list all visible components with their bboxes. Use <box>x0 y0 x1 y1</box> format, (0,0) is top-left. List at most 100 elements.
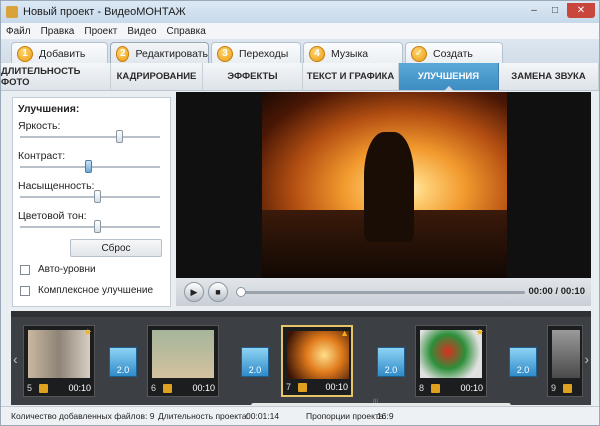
timeline: ‹ › ★ 5 00:10 2.0 6 00:10 2.0 ▲ 7 00:10 … <box>11 311 591 408</box>
status-files: Количество добавленных файлов: 9 <box>11 411 155 421</box>
preview-frame <box>262 92 507 278</box>
close-button[interactable]: ✕ <box>567 3 595 18</box>
play-button[interactable]: ▶ <box>184 282 204 302</box>
step-music[interactable]: 4 Музыка <box>303 42 403 64</box>
scroll-left-icon[interactable]: ‹ <box>13 351 18 367</box>
stop-icon: ■ <box>215 287 221 297</box>
clip-info: 9 <box>548 380 582 396</box>
checkbox-box[interactable] <box>20 264 30 275</box>
star-icon: ★ <box>475 327 484 337</box>
step-transitions[interactable]: 3 Переходы <box>211 42 301 64</box>
brightness-slider-knob[interactable] <box>116 130 123 143</box>
saturation-slider[interactable] <box>20 190 160 203</box>
edit-icon[interactable] <box>298 382 307 392</box>
step-edit[interactable]: 2 Редактировать <box>110 42 209 64</box>
clip-thumbnail <box>287 331 349 379</box>
clip-duration: 00:10 <box>325 382 348 392</box>
maximize-button[interactable]: □ <box>546 3 564 18</box>
window-controls: – □ ✕ <box>525 3 595 18</box>
edit-icon[interactable] <box>431 383 440 393</box>
play-icon: ▶ <box>190 286 198 297</box>
tab-enhancements[interactable]: УЛУЧШЕНИЯ <box>399 63 499 91</box>
stop-button[interactable]: ■ <box>208 282 228 302</box>
menu-edit[interactable]: Правка <box>41 26 75 37</box>
step-label: Музыка <box>331 47 369 60</box>
edit-icon[interactable] <box>563 383 572 393</box>
hue-slider[interactable] <box>20 220 160 233</box>
tab-text-graphics[interactable]: ТЕКСТ И ГРАФИКА <box>303 63 399 90</box>
clip-duration: 00:10 <box>460 383 483 393</box>
step-number-badge: 1 <box>17 45 33 62</box>
player-controls: ▶ ■ 00:00 / 00:10 <box>176 278 591 306</box>
warning-icon: ▲ <box>340 328 349 338</box>
panel-title: Улучшения: <box>18 103 80 115</box>
timeline-clip-selected[interactable]: ▲ 7 00:10 <box>281 325 353 397</box>
timeline-clip[interactable]: 9 <box>547 325 583 397</box>
clip-number: 5 <box>27 383 33 393</box>
clip-info: 6 00:10 <box>148 380 218 396</box>
step-label: Добавить <box>39 47 86 60</box>
step-label: Создать <box>433 47 473 60</box>
edit-icon[interactable] <box>163 383 172 393</box>
clip-number: 6 <box>151 383 157 393</box>
seek-bar[interactable] <box>236 287 525 297</box>
tab-crop[interactable]: КАДРИРОВАНИЕ <box>111 63 203 90</box>
step-number-badge: 3 <box>217 45 233 62</box>
status-duration-label: Длительность проекта: <box>158 411 249 421</box>
contrast-label: Контраст: <box>18 150 66 162</box>
menu-project[interactable]: Проект <box>84 26 117 37</box>
transition-block[interactable]: 2.0 <box>109 347 137 377</box>
transition-block[interactable]: 2.0 <box>241 347 269 377</box>
timeline-clip[interactable]: 6 00:10 <box>147 325 219 397</box>
check-icon: ✓ <box>411 45 427 62</box>
menu-file[interactable]: Файл <box>6 26 31 37</box>
contrast-slider[interactable] <box>20 160 160 173</box>
status-duration-value: 00:01:14 <box>246 411 280 421</box>
step-label: Переходы <box>239 47 289 60</box>
status-bar: Количество добавленных файлов: 9 Длитель… <box>1 406 599 425</box>
tab-photo-duration[interactable]: ДЛИТЕЛЬНОСТЬ ФОТО <box>1 63 111 90</box>
timeline-clip[interactable]: ★ 5 00:10 <box>23 325 95 397</box>
clip-number: 9 <box>551 383 557 393</box>
status-ratio-value: 16:9 <box>377 411 394 421</box>
step-add[interactable]: 1 Добавить <box>11 42 108 64</box>
menu-video[interactable]: Видео <box>127 26 156 37</box>
time-display: 00:00 / 00:10 <box>528 286 585 297</box>
step-bar: 1 Добавить 2 Редактировать 3 Переходы 4 … <box>1 39 599 64</box>
step-number-badge: 2 <box>116 45 130 62</box>
status-ratio-label: Пропорции проекта: <box>306 411 386 421</box>
transition-block[interactable]: 2.0 <box>377 347 405 377</box>
scroll-grip: III <box>373 399 379 405</box>
clip-thumbnail <box>152 330 214 378</box>
clip-thumbnail <box>552 330 580 378</box>
complex-enhance-checkbox[interactable]: Комплексное улучшение <box>20 285 153 296</box>
tab-effects[interactable]: ЭФФЕКТЫ <box>203 63 303 90</box>
seek-knob[interactable] <box>236 287 246 297</box>
title-bar: Новый проект - ВидеоМОНТАЖ – □ ✕ <box>1 1 599 23</box>
checkbox-box[interactable] <box>20 285 30 296</box>
saturation-slider-knob[interactable] <box>94 190 101 203</box>
clip-thumbnail <box>28 330 90 378</box>
timeline-clip[interactable]: ★ 8 00:10 <box>415 325 487 397</box>
menu-help[interactable]: Справка <box>167 26 206 37</box>
clip-duration: 00:10 <box>192 383 215 393</box>
complex-enhance-label: Комплексное улучшение <box>38 285 154 296</box>
scroll-right-icon[interactable]: › <box>584 351 589 367</box>
auto-levels-label: Авто-уровни <box>38 264 96 275</box>
hue-slider-knob[interactable] <box>94 220 101 233</box>
window-title: Новый проект - ВидеоМОНТАЖ <box>23 6 186 18</box>
minimize-button[interactable]: – <box>525 3 543 18</box>
edit-tab-bar: ДЛИТЕЛЬНОСТЬ ФОТО КАДРИРОВАНИЕ ЭФФЕКТЫ Т… <box>1 63 599 91</box>
step-create[interactable]: ✓ Создать <box>405 42 503 64</box>
app-icon <box>6 6 18 18</box>
menu-bar: Файл Правка Проект Видео Справка <box>1 23 599 39</box>
tab-replace-sound[interactable]: ЗАМЕНА ЗВУКА <box>499 63 599 90</box>
brightness-slider[interactable] <box>20 130 160 143</box>
clip-info: 5 00:10 <box>24 380 94 396</box>
contrast-slider-knob[interactable] <box>85 160 92 173</box>
auto-levels-checkbox[interactable]: Авто-уровни <box>20 264 96 275</box>
transition-block[interactable]: 2.0 <box>509 347 537 377</box>
edit-icon[interactable] <box>39 383 48 393</box>
reset-button[interactable]: Сброс <box>70 239 162 257</box>
star-icon: ★ <box>83 327 92 337</box>
